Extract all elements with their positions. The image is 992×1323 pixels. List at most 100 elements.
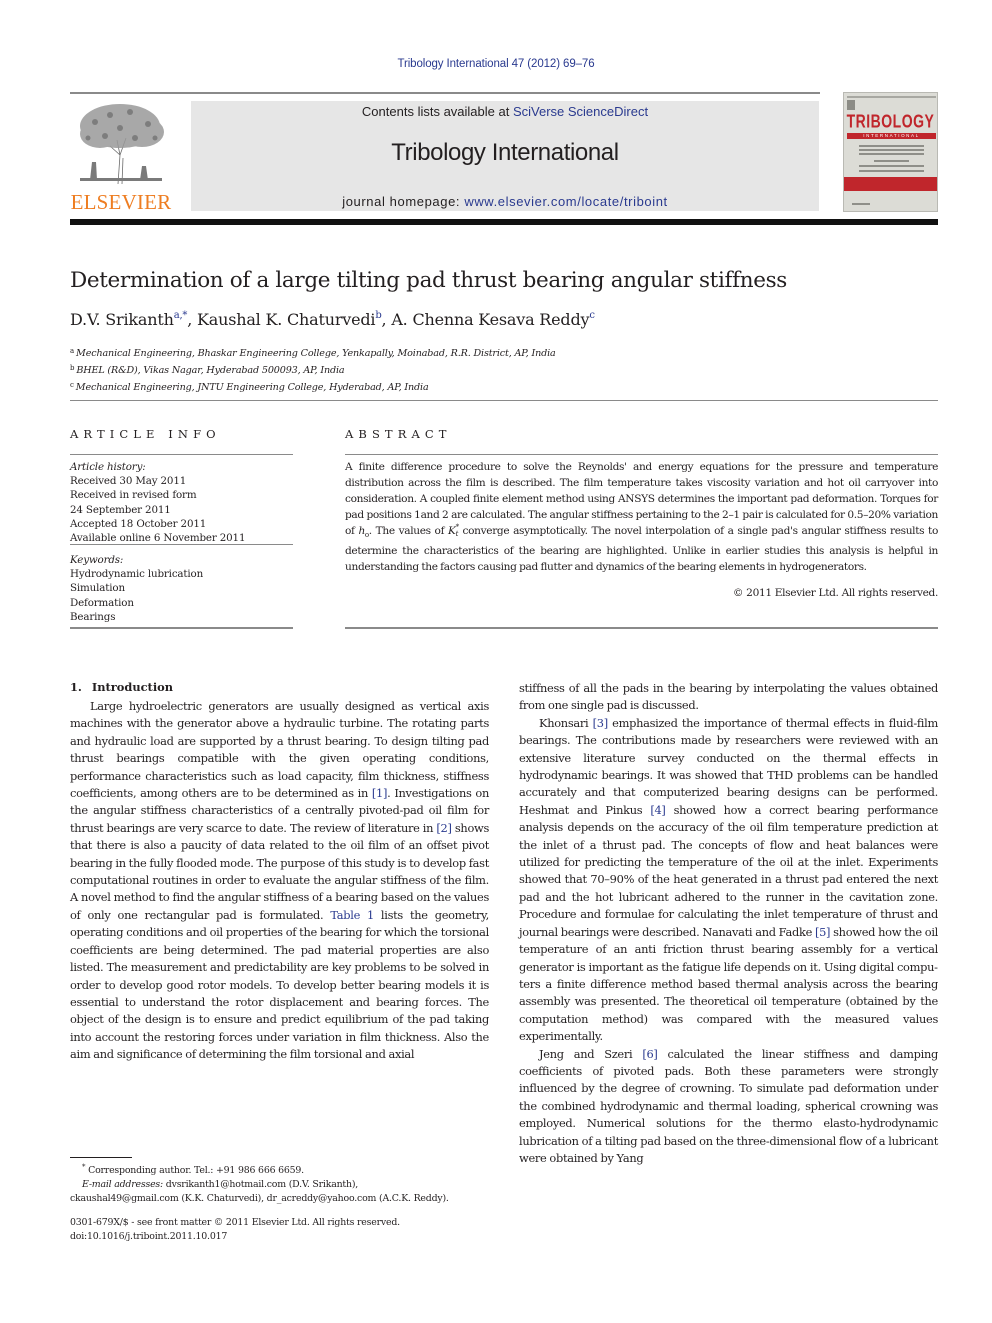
symbol-k: K (447, 525, 456, 537)
text-run: showed how a correct bearing performance… (519, 802, 938, 939)
text-run: calculated the linear stiffness and damp… (519, 1046, 938, 1165)
affiliation-item: a Mechanical Engineering, Bhaskar Enginee… (70, 344, 556, 361)
paragraph: Jeng and Szeri [6] calculated the linear… (519, 1046, 938, 1168)
elsevier-logo[interactable]: ELSEVIER (70, 100, 172, 214)
author-separator: , (187, 310, 198, 329)
cover-subtitle: INTERNATIONAL (847, 133, 936, 139)
reference-link[interactable]: [5] (815, 925, 831, 939)
section-heading: 1. Introduction (70, 680, 173, 694)
history-item: 24 September 2011 (70, 503, 171, 516)
journal-homepage-link[interactable]: www.elsevier.com/locate/triboint (464, 194, 667, 209)
text-run: lists the geometry, operating conditions… (70, 907, 489, 1062)
article-info-heading: ARTICLE INFO (70, 427, 221, 441)
text-run: showed how the oil temperature of an ant… (519, 924, 939, 1044)
author-name[interactable]: Kaushal K. Chaturvedi (197, 310, 376, 329)
keyword-item: Hydrodynamic lubrication (70, 568, 204, 581)
journal-cover-thumbnail[interactable]: TRIBOLOGY INTERNATIONAL (843, 92, 938, 212)
journal-citation-link[interactable]: Tribology International 47 (2012) 69–76 (0, 58, 992, 70)
affiliation-item: c Mechanical Engineering, JNTU Engineerin… (70, 378, 556, 395)
history-item: Received in revised form (70, 489, 197, 502)
keywords-label: Keywords: (70, 554, 124, 566)
article-title: Determination of a large tilting pad thr… (70, 268, 787, 293)
footnote-rule (70, 1157, 132, 1158)
divider (70, 400, 938, 401)
text-run: Large hydroelectric generators are usual… (70, 699, 489, 801)
reference-link[interactable]: [2] (436, 821, 452, 835)
divider (70, 627, 293, 629)
abstract-copyright: © 2011 Elsevier Ltd. All rights reserved… (732, 587, 938, 599)
cover-text-line (859, 153, 924, 155)
author-affiliation-mark[interactable]: a,* (174, 310, 188, 321)
divider (345, 627, 938, 629)
cover-footer-mark (852, 203, 870, 205)
journal-masthead: Contents lists available at SciVerse Sci… (191, 101, 819, 211)
author-list: D.V. Srikantha,*, Kaushal K. Chaturvedib… (70, 310, 595, 329)
elsevier-tree-icon (80, 104, 164, 185)
affiliation-key: b (70, 364, 75, 372)
history-item: Received 30 May 2011 (70, 475, 187, 488)
footnotes: * Corresponding author. Tel.: +91 986 66… (70, 1160, 500, 1206)
affiliation-key: c (70, 381, 74, 389)
email-note: E-mail addresses: dvsrikanth1@hotmail.co… (70, 1178, 500, 1192)
divider (70, 544, 293, 545)
elsevier-wordmark: ELSEVIER (70, 190, 172, 214)
section-title: Introduction (91, 680, 174, 694)
affiliation-text: Mechanical Engineering, Bhaskar Engineer… (76, 348, 556, 359)
keyword-item: Bearings (70, 610, 116, 623)
email-addresses[interactable]: dvsrikanth1@hotmail.com (D.V. Srikanth), (163, 1179, 358, 1190)
corresponding-author-note: * Corresponding author. Tel.: +91 986 66… (70, 1160, 500, 1178)
email-note-continued[interactable]: ckaushal49@gmail.com (K.K. Chaturvedi), … (70, 1192, 500, 1206)
cover-title: TRIBOLOGY (846, 110, 935, 132)
keyword-item: Simulation (70, 582, 125, 595)
front-matter-copyright: 0301-679X/$ - see front matter © 2011 El… (70, 1217, 400, 1228)
author-name[interactable]: A. Chenna Kesava Reddy (391, 310, 589, 329)
divider (345, 454, 938, 455)
affiliation-item: b BHEL (R&D), Vikas Nagar, Hyderabad 5000… (70, 361, 556, 378)
cover-red-band (844, 177, 937, 191)
reference-link[interactable]: [6] (642, 1047, 658, 1061)
reference-link[interactable]: [3] (593, 716, 609, 730)
contents-prefix: Contents lists available at (361, 104, 513, 119)
text-run: shows that there is also a paucity of da… (70, 820, 489, 922)
front-matter: 0301-679X/$ - see front matter © 2011 El… (70, 1216, 500, 1244)
text-run: emphasized the importance of thermal eff… (519, 715, 938, 817)
table-link[interactable]: Table 1 (330, 908, 374, 922)
paragraph: Large hydroelectric generators are usual… (70, 698, 489, 1064)
cover-text-line (859, 170, 924, 172)
reference-link[interactable]: [1] (372, 786, 388, 800)
author-affiliation-mark[interactable]: c (589, 310, 595, 321)
affiliation-text: Mechanical Engineering, JNTU Engineering… (75, 382, 429, 393)
cover-text-line (859, 165, 924, 167)
sciencedirect-link[interactable]: SciVerse ScienceDirect (513, 104, 648, 119)
homepage-line: journal homepage: www.elsevier.com/locat… (191, 194, 819, 209)
divider (70, 454, 293, 455)
affiliation-text: BHEL (R&D), Vikas Nagar, Hyderabad 50009… (76, 365, 345, 376)
text-run: Jeng and Szeri (539, 1046, 643, 1061)
paragraph: stiffness of all the pads in the bearing… (519, 681, 938, 713)
author-name[interactable]: D.V. Srikanth (70, 310, 174, 329)
header-thick-rule (70, 219, 938, 225)
article-history: Article history: Received 30 May 2011 Re… (70, 460, 293, 545)
doi[interactable]: doi:10.1016/j.triboint.2011.10.017 (70, 1230, 500, 1244)
cover-logo-icon (847, 100, 855, 110)
abstract-text-part: . The values of (368, 525, 448, 537)
body-column-left: Large hydroelectric generators are usual… (70, 698, 489, 1064)
abstract-text: A finite difference procedure to solve t… (345, 459, 938, 575)
cover-text-line (859, 145, 924, 147)
text-run: Khonsari (539, 715, 593, 730)
paragraph: Khonsari [3] emphasized the importance o… (519, 715, 938, 1046)
homepage-prefix: journal homepage: (342, 194, 465, 209)
keyword-item: Deformation (70, 596, 134, 609)
history-label: Article history: (70, 461, 146, 473)
abstract-heading: ABSTRACT (345, 427, 452, 441)
affiliation-key: a (70, 347, 75, 355)
cover-top-strip (847, 96, 936, 98)
section-number: 1. (70, 680, 82, 694)
affiliations: a Mechanical Engineering, Bhaskar Enginee… (70, 344, 556, 395)
reference-link[interactable]: [4] (650, 803, 666, 817)
contents-line: Contents lists available at SciVerse Sci… (191, 104, 819, 119)
email-label: E-mail addresses: (82, 1179, 164, 1191)
footnote-text: Corresponding author. Tel.: +91 986 666 … (85, 1165, 304, 1177)
author-separator: , (381, 310, 392, 329)
history-item: Accepted 18 October 2011 (70, 517, 207, 530)
